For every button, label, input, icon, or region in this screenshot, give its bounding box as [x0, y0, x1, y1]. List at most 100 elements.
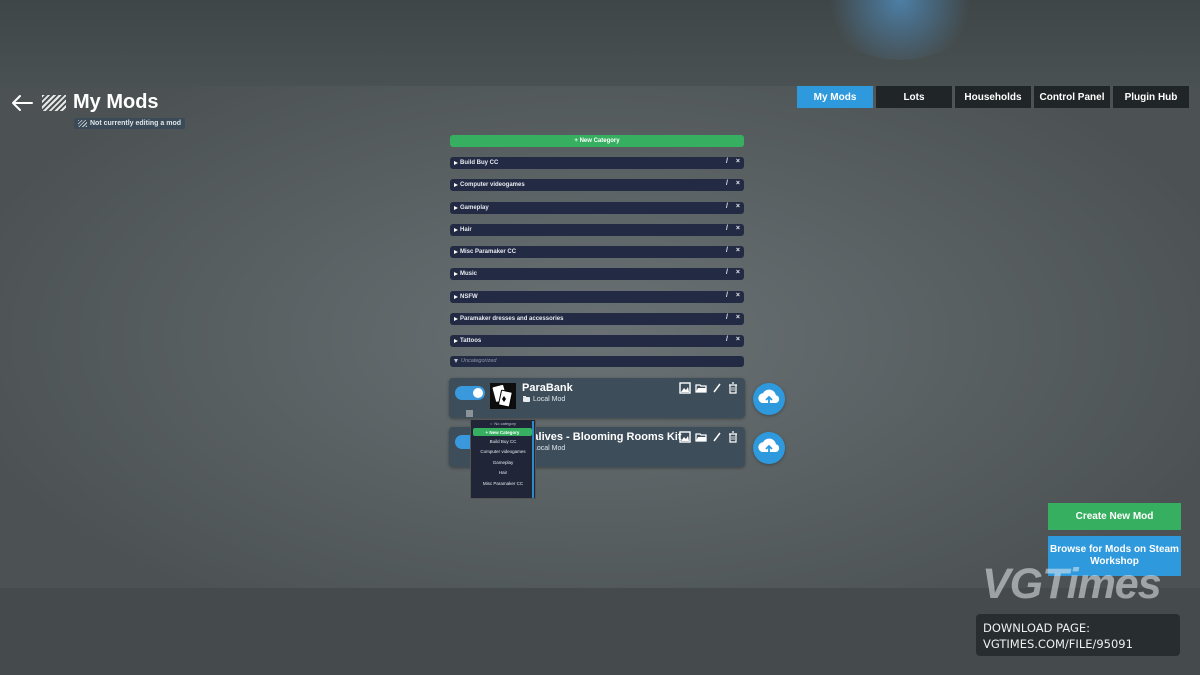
- category-row[interactable]: Music / ×: [450, 268, 744, 281]
- download-line-1: DOWNLOAD PAGE:: [983, 621, 1091, 635]
- delete-category-icon[interactable]: ×: [736, 314, 740, 321]
- category-label: Computer videogames: [460, 182, 525, 189]
- mod-type-label: Local Mod: [533, 396, 566, 403]
- background-glow: [820, 0, 980, 60]
- expand-arrow-icon[interactable]: [454, 161, 458, 165]
- category-row[interactable]: NSFW / ×: [450, 290, 744, 303]
- mod-name: aralives - Blooming Rooms Kit: [522, 431, 682, 443]
- category-row[interactable]: Computer videogames / ×: [450, 179, 744, 192]
- uncategorized-row[interactable]: Uncategorized: [450, 355, 744, 367]
- toggle-knob: [473, 388, 483, 398]
- dropdown-no-category[interactable]: ○ No category: [471, 420, 535, 427]
- dropdown-option[interactable]: Misc Paramaker CC: [471, 478, 535, 489]
- category-list: Build Buy CC / × Computer videogames / × Gam…: [450, 157, 744, 367]
- image-icon[interactable]: [679, 431, 691, 443]
- edit-category-icon[interactable]: /: [726, 180, 728, 187]
- no-category-label: No category: [494, 421, 516, 426]
- mod-card: ParaBank Local Mod: [449, 378, 745, 418]
- collapse-arrow-icon[interactable]: [454, 359, 458, 364]
- category-row[interactable]: Gameplay / ×: [450, 201, 744, 214]
- create-new-mod-button[interactable]: Create New Mod: [1048, 503, 1181, 530]
- trash-icon[interactable]: [727, 382, 739, 394]
- category-row[interactable]: Hair / ×: [450, 223, 744, 236]
- delete-category-icon[interactable]: ×: [736, 203, 740, 210]
- category-row[interactable]: Paramaker dresses and accessories / ×: [450, 313, 744, 326]
- tab-control-panel[interactable]: Control Panel: [1034, 86, 1110, 108]
- top-tabs: My Mods Lots Households Control Panel Pl…: [797, 86, 1189, 108]
- edit-category-icon[interactable]: /: [726, 336, 728, 343]
- download-info-box: DOWNLOAD PAGE: VGTIMES.COM/FILE/95091: [976, 614, 1180, 656]
- dropdown-option[interactable]: Build Buy CC: [471, 436, 535, 447]
- edit-category-icon[interactable]: /: [726, 314, 728, 321]
- cards-icon: [492, 384, 513, 408]
- editing-status-badge: Not currently editing a mod: [74, 118, 186, 129]
- dropdown-new-category-button[interactable]: + New Category: [473, 428, 532, 436]
- category-label: Hair: [460, 226, 472, 233]
- expand-arrow-icon[interactable]: [454, 205, 458, 210]
- mod-type: Local Mod: [523, 396, 565, 403]
- cloud-upload-icon: [758, 438, 780, 454]
- delete-category-icon[interactable]: ×: [736, 180, 740, 187]
- folder-icon[interactable]: [695, 382, 707, 394]
- edit-category-icon[interactable]: /: [726, 203, 728, 210]
- tab-my-mods[interactable]: My Mods: [797, 86, 873, 108]
- category-select-handle[interactable]: [466, 410, 473, 417]
- background-top: [0, 0, 1200, 86]
- radio-icon: ○: [490, 421, 493, 426]
- expand-arrow-icon[interactable]: [454, 294, 458, 299]
- back-arrow-icon[interactable]: [10, 93, 34, 113]
- category-row[interactable]: Misc Paramaker CC / ×: [450, 246, 744, 259]
- mod-name: ParaBank: [522, 382, 573, 394]
- page-title: My Mods: [73, 91, 159, 113]
- edit-category-icon[interactable]: /: [726, 158, 728, 165]
- expand-arrow-icon[interactable]: [454, 183, 458, 188]
- category-panel: + New Category Build Buy CC / × Computer v…: [450, 135, 744, 367]
- cloud-upload-icon: [758, 389, 780, 405]
- edit-category-icon[interactable]: /: [726, 247, 728, 254]
- folder-icon[interactable]: [695, 431, 707, 443]
- delete-category-icon[interactable]: ×: [736, 269, 740, 276]
- upload-button[interactable]: [753, 432, 785, 464]
- delete-category-icon[interactable]: ×: [736, 336, 740, 343]
- dropdown-option[interactable]: Computer videogames: [471, 447, 535, 458]
- upload-button[interactable]: [753, 383, 785, 415]
- edit-category-icon[interactable]: /: [726, 225, 728, 232]
- delete-category-icon[interactable]: ×: [736, 158, 740, 165]
- expand-arrow-icon[interactable]: [454, 339, 458, 344]
- category-row[interactable]: Build Buy CC / ×: [450, 157, 744, 169]
- new-category-button[interactable]: + New Category: [450, 135, 744, 147]
- edit-category-icon[interactable]: /: [726, 269, 728, 276]
- category-label: Gameplay: [460, 204, 489, 211]
- uncategorized-label: Uncategorized: [461, 358, 497, 365]
- trash-icon[interactable]: [727, 431, 739, 443]
- mod-enabled-toggle[interactable]: [455, 386, 485, 400]
- expand-arrow-icon[interactable]: [454, 317, 458, 322]
- tab-plugin-hub[interactable]: Plugin Hub: [1113, 86, 1189, 108]
- editing-status-text: Not currently editing a mod: [90, 120, 182, 127]
- category-label: Build Buy CC: [460, 160, 499, 166]
- dropdown-option[interactable]: Gameplay: [471, 457, 535, 468]
- category-dropdown[interactable]: ○ No category + New Category Build Buy CC…: [470, 419, 536, 499]
- edit-category-icon[interactable]: /: [726, 292, 728, 299]
- expand-arrow-icon[interactable]: [454, 272, 458, 277]
- delete-category-icon[interactable]: ×: [736, 247, 740, 254]
- mod-type-label: Local Mod: [533, 445, 566, 452]
- dropdown-option[interactable]: Hair: [471, 468, 535, 479]
- category-row[interactable]: Tattoos / ×: [450, 335, 744, 348]
- delete-category-icon[interactable]: ×: [736, 292, 740, 299]
- mod-hatch-icon: [42, 95, 66, 111]
- edit-icon[interactable]: [711, 382, 723, 394]
- category-label: Misc Paramaker CC: [460, 249, 517, 256]
- dropdown-scrollbar[interactable]: [532, 421, 534, 498]
- category-label: Paramaker dresses and accessories: [460, 316, 564, 323]
- tab-households[interactable]: Households: [955, 86, 1031, 108]
- image-icon[interactable]: [679, 382, 691, 394]
- category-label: NSFW: [460, 293, 478, 300]
- delete-category-icon[interactable]: ×: [736, 225, 740, 232]
- mod-thumbnail: [490, 383, 516, 409]
- edit-icon[interactable]: [711, 431, 723, 443]
- tab-lots[interactable]: Lots: [876, 86, 952, 108]
- expand-arrow-icon[interactable]: [454, 250, 458, 255]
- expand-arrow-icon[interactable]: [454, 227, 458, 232]
- folder-small-icon: [523, 396, 530, 402]
